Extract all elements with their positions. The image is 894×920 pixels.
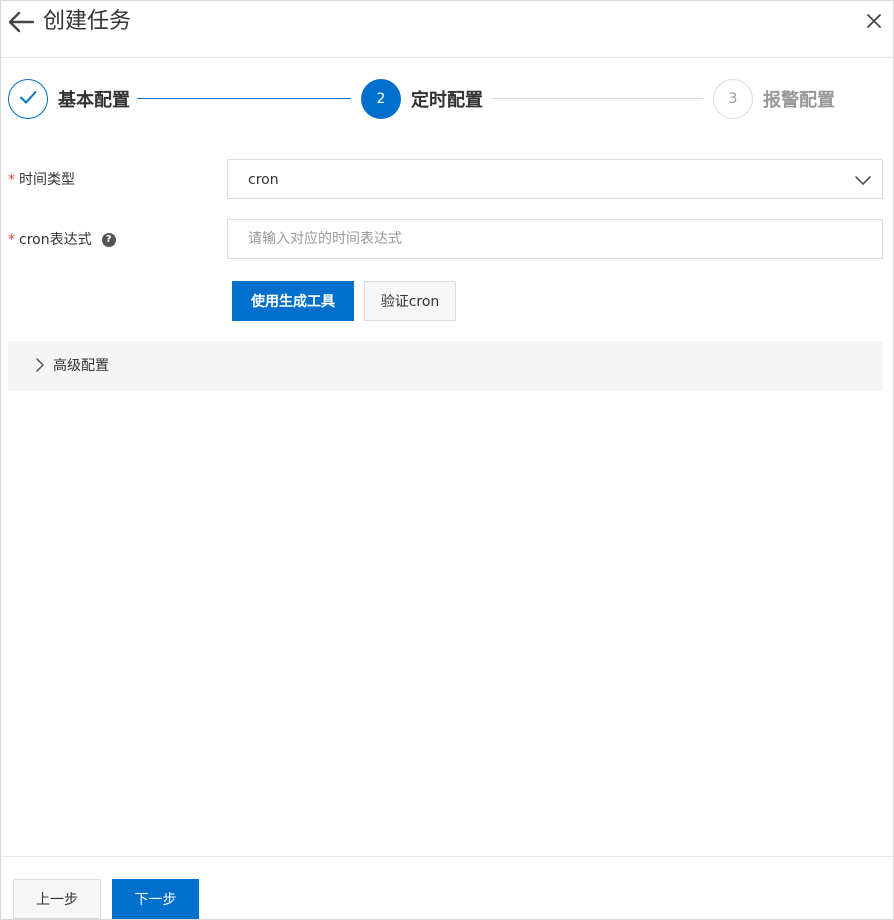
use-generator-button[interactable]: 使用生成工具: [232, 281, 354, 321]
cron-expression-label: * cron表达式 ?: [8, 230, 116, 250]
time-type-label-text: 时间类型: [19, 172, 75, 188]
step-2-label: 定时配置: [411, 90, 483, 111]
step-2-indicator: 2: [361, 79, 401, 119]
check-icon: [17, 86, 39, 112]
validate-cron-button[interactable]: 验证cron: [364, 281, 456, 321]
dialog-header: 创建任务: [1, 1, 893, 58]
required-mark: *: [8, 172, 15, 188]
close-icon[interactable]: [863, 10, 885, 32]
time-type-value: cron: [248, 172, 279, 188]
chevron-down-icon: [854, 171, 872, 189]
advanced-config-toggle[interactable]: 高级配置: [8, 341, 883, 391]
step-2-number: 2: [376, 91, 386, 107]
step-1-label: 基本配置: [58, 90, 130, 111]
advanced-config-label: 高级配置: [53, 358, 109, 374]
time-type-label: * 时间类型: [8, 170, 75, 190]
step-3-indicator: 3: [713, 79, 753, 119]
time-type-select[interactable]: cron: [227, 159, 883, 199]
step-1-indicator: [8, 79, 48, 119]
step-connector-1: [137, 98, 351, 99]
create-task-dialog: 创建任务 基本配置 2 定时配置 3 报警配置 * 时间类型 cron * cr…: [0, 0, 894, 920]
prev-step-button[interactable]: 上一步: [13, 879, 101, 919]
required-mark: *: [8, 232, 15, 248]
next-step-button[interactable]: 下一步: [112, 879, 199, 919]
dialog-title: 创建任务: [43, 9, 132, 34]
step-connector-2: [491, 98, 703, 99]
step-3-number: 3: [728, 91, 738, 107]
help-icon[interactable]: ?: [101, 233, 116, 247]
step-3-label: 报警配置: [763, 90, 835, 111]
arrow-left-icon[interactable]: [7, 10, 35, 34]
cron-expression-input[interactable]: [227, 219, 883, 259]
footer-divider: [1, 856, 893, 857]
cron-expression-label-text: cron表达式: [19, 232, 92, 248]
chevron-right-icon: [34, 357, 46, 373]
